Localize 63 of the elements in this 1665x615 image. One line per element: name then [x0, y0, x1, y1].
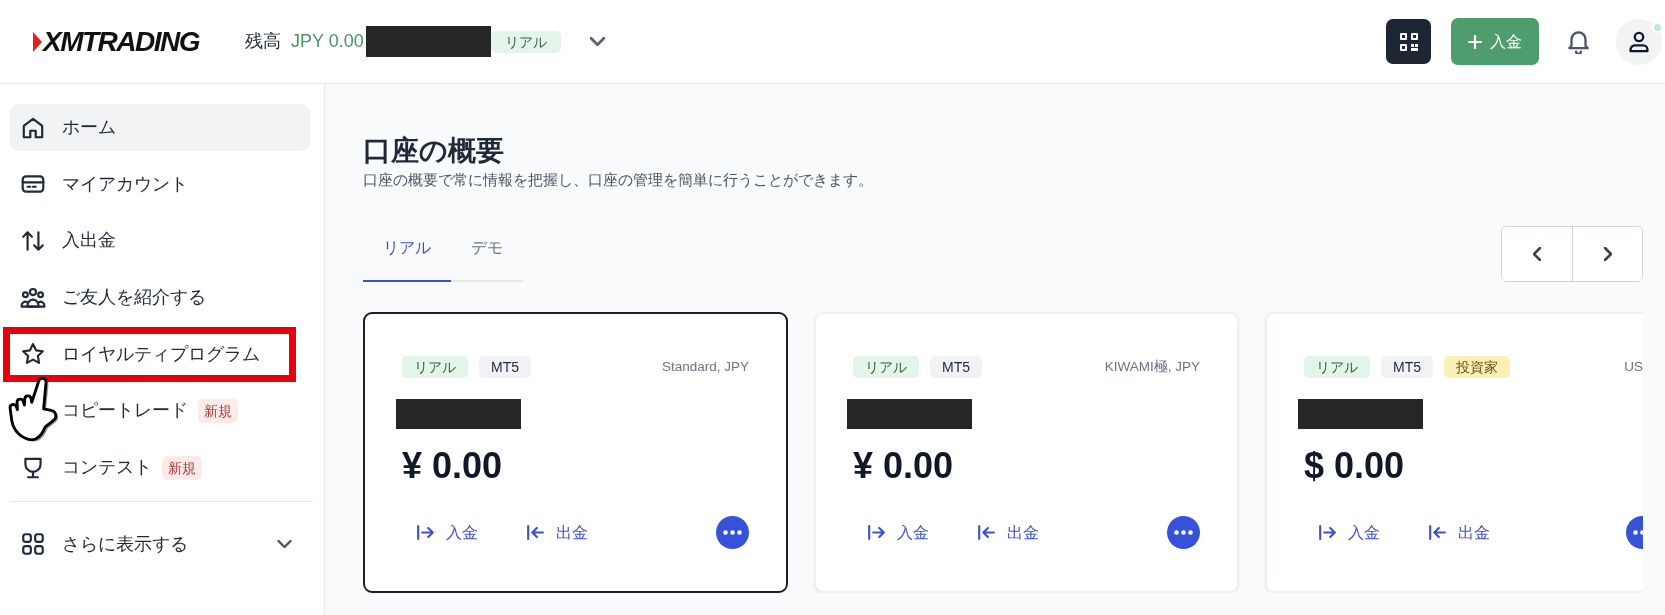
balance-amount: JPY 0.00	[291, 30, 364, 53]
new-badge: 新規	[198, 398, 238, 423]
withdraw-link[interactable]: 出金	[1414, 516, 1505, 549]
deposit-link[interactable]: 入金	[1304, 516, 1395, 549]
account-balance: ¥ 0.00	[402, 444, 504, 487]
account-balance: ¥ 0.00	[853, 444, 955, 487]
arrow-right-to-bar-icon	[1319, 525, 1336, 540]
account-tab[interactable]: デモ	[451, 227, 523, 282]
sidebar-item[interactable]: マイアカウント	[10, 163, 198, 205]
account-tab[interactable]: リアル	[363, 227, 451, 282]
account-type-tag: リアル	[1304, 356, 1370, 378]
arrow-right-to-bar-icon	[417, 525, 434, 540]
more-options-button[interactable]	[1167, 516, 1200, 549]
more-options-button[interactable]	[1626, 516, 1643, 549]
sidebar-item[interactable]: ロイヤルティプログラム	[10, 333, 270, 375]
more-dots-icon	[1633, 530, 1643, 535]
logo-mark-icon	[33, 31, 42, 52]
sidebar-item[interactable]: ご友人を紹介する	[10, 277, 216, 319]
platform-tag: MT5	[930, 356, 982, 378]
investor-tag: 投資家	[1444, 356, 1510, 378]
platform-tag: MT5	[1381, 356, 1433, 378]
sidebar-item[interactable]: ホーム	[10, 104, 310, 151]
page-subtitle: 口座の概要で常に情報を把握し、口座の管理を簡単に行うことができます。	[363, 171, 874, 190]
plus-icon	[1468, 34, 1482, 49]
qr-code-button[interactable]	[1386, 19, 1431, 64]
account-type-tag: リアル	[853, 356, 919, 378]
chevron-down-icon[interactable]	[589, 37, 605, 46]
user-avatar-button[interactable]	[1616, 18, 1662, 65]
person-icon	[1629, 30, 1649, 53]
withdraw-link[interactable]: 出金	[512, 516, 603, 549]
chevron-left-icon	[1533, 247, 1541, 261]
more-dots-icon	[1174, 530, 1193, 535]
arrow-left-to-bar-icon	[527, 525, 544, 540]
show-more-item[interactable]: さらに表示する	[10, 520, 310, 568]
platform-tag: MT5	[479, 356, 531, 378]
account-type-label: US	[1624, 357, 1643, 376]
account-type-badge: リアル	[490, 30, 561, 53]
account-card[interactable]: リアル MT5 投資家 US $ 0.00 入金 出金	[1265, 312, 1643, 593]
deposit-link[interactable]: 入金	[402, 516, 493, 549]
new-badge: 新規	[162, 455, 202, 480]
account-card[interactable]: リアル MT5 KIWAMI極, JPY ¥ 0.00 入金 出金	[814, 312, 1239, 593]
qr-code-icon	[1399, 32, 1418, 51]
balance-label: 残高	[245, 30, 282, 53]
sidebar-item[interactable]: コンテスト 新規	[10, 447, 212, 489]
sidebar-item[interactable]: コピートレード 新規	[62, 390, 248, 432]
account-balance: $ 0.00	[1304, 444, 1406, 487]
arrow-left-to-bar-icon	[978, 525, 995, 540]
grid-icon	[20, 531, 46, 558]
account-type-label: KIWAMI極, JPY	[1104, 357, 1200, 376]
brand-logo[interactable]: XMTRADING	[43, 27, 200, 56]
more-options-button[interactable]	[716, 516, 749, 549]
arrow-left-to-bar-icon	[1429, 525, 1446, 540]
withdraw-link[interactable]: 出金	[963, 516, 1054, 549]
page-title: 口座の概要	[363, 134, 505, 168]
more-dots-icon	[723, 530, 742, 535]
account-type-tag: リアル	[402, 356, 468, 378]
deposit-link[interactable]: 入金	[853, 516, 944, 549]
arrow-right-to-bar-icon	[868, 525, 885, 540]
sidebar-item[interactable]: 入出金	[10, 220, 126, 262]
account-type-label: Standard, JPY	[661, 357, 749, 376]
chevron-right-icon	[1603, 247, 1612, 261]
account-card[interactable]: リアル MT5 Standard, JPY ¥ 0.00 入金 出金	[363, 312, 788, 593]
bell-icon[interactable]	[1568, 29, 1589, 54]
